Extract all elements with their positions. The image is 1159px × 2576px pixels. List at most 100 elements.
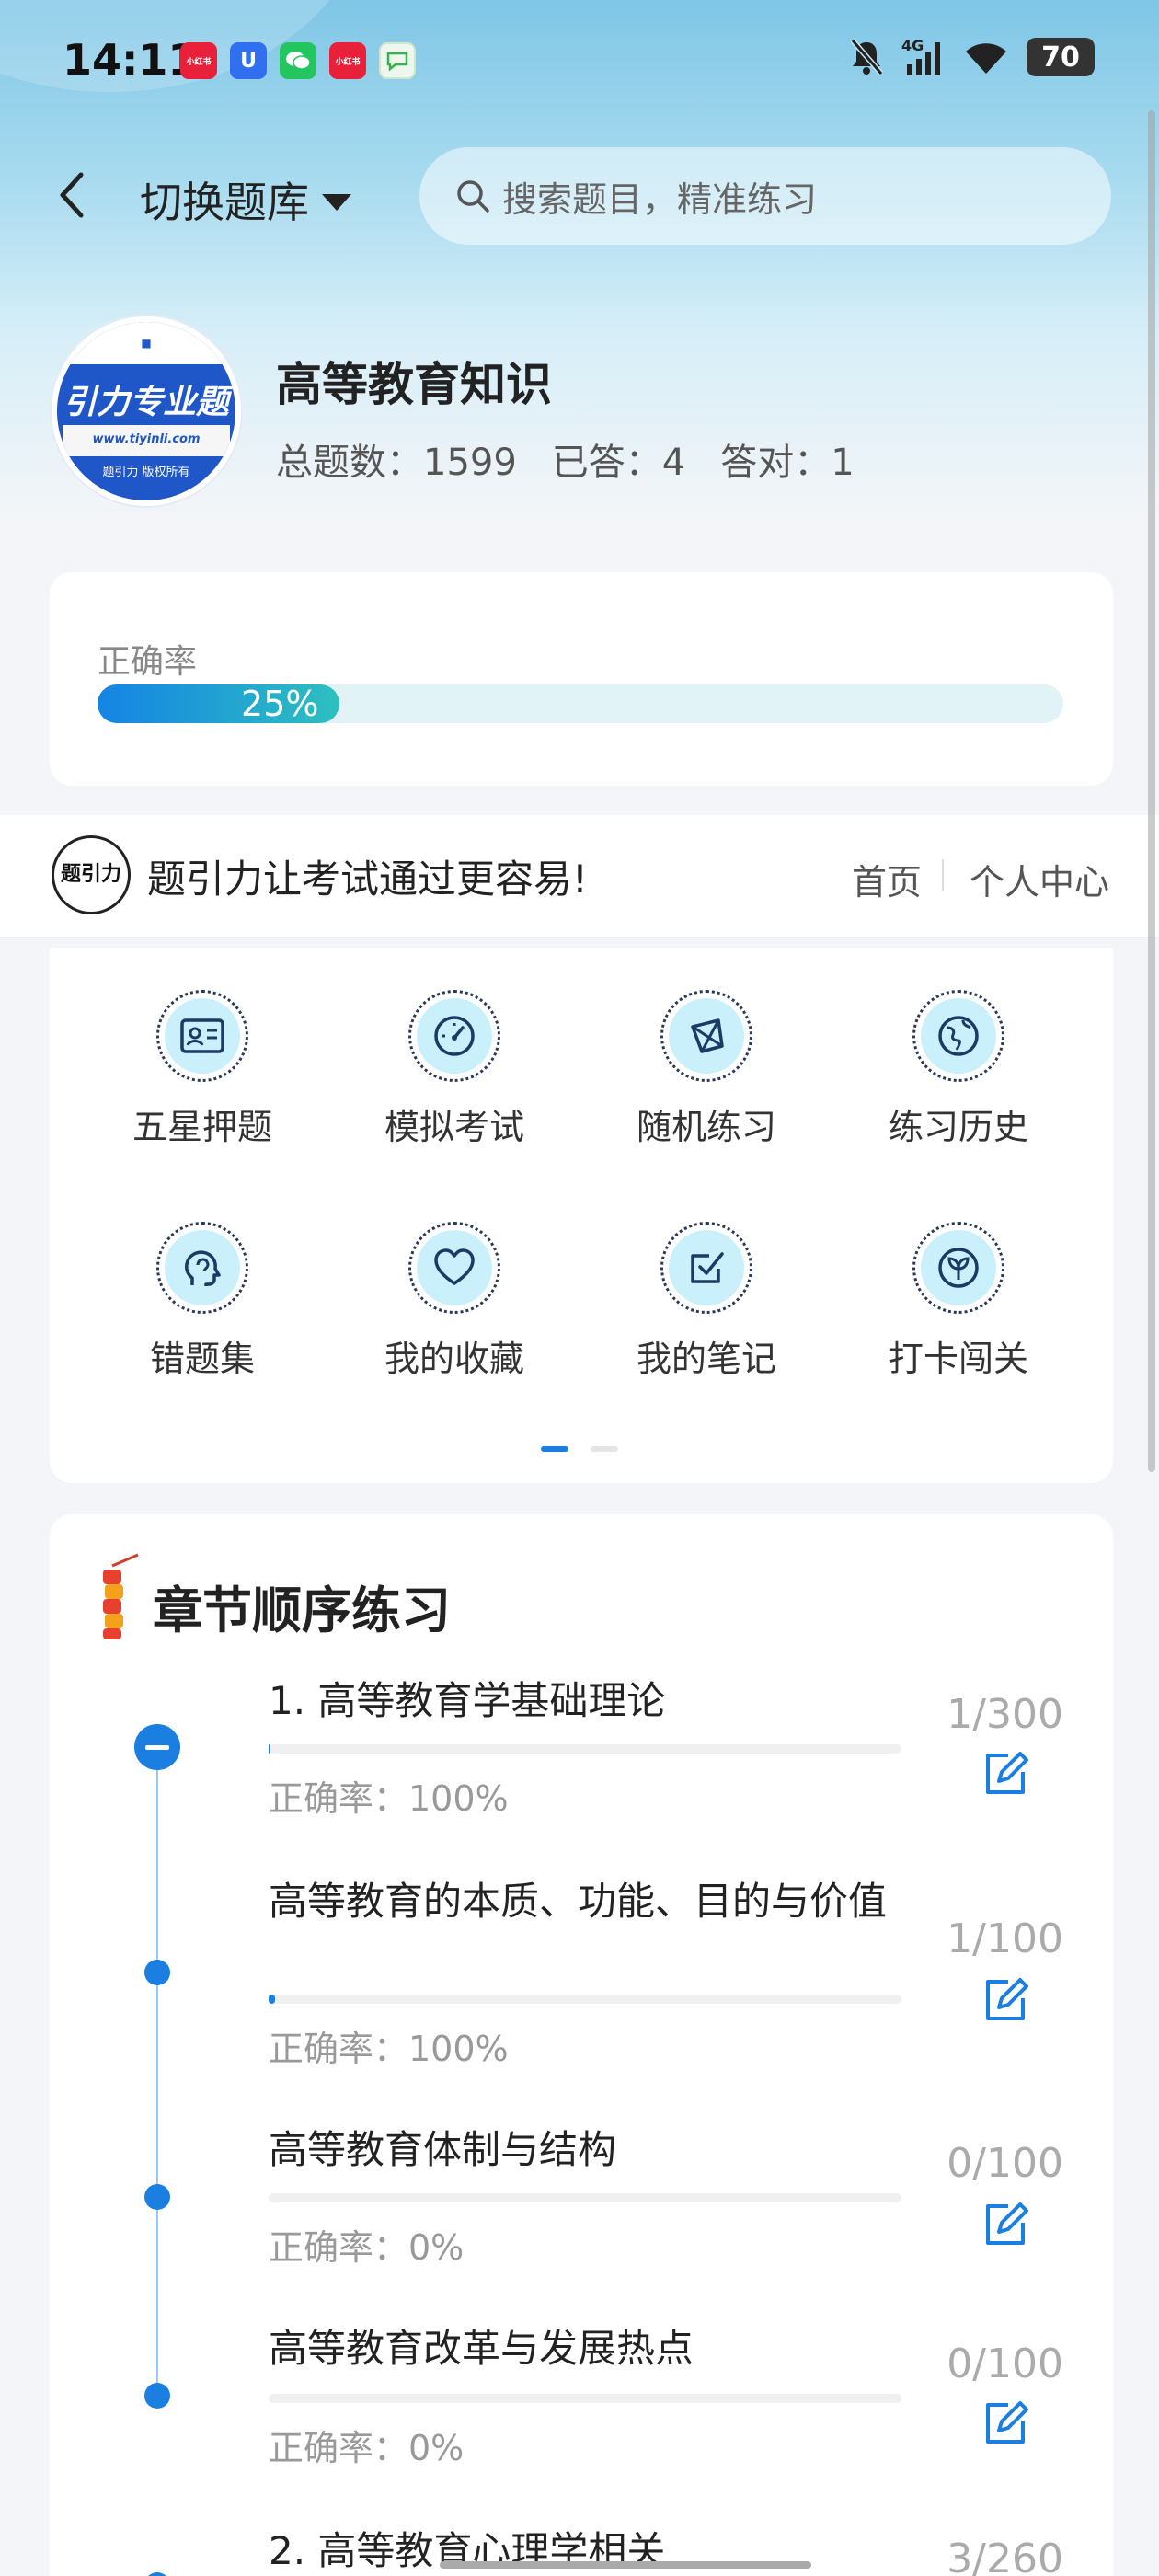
grid-label: 随机练习 (636, 1107, 776, 1147)
chapter-accuracy: 正确率：0% (269, 2227, 465, 2268)
random-practice-button[interactable]: 随机练习 (605, 990, 808, 1149)
home-link[interactable]: 首页 (852, 854, 922, 904)
head-icon (185, 1250, 221, 1286)
status-right: 4G 70 (848, 37, 1095, 77)
mock-exam-button[interactable]: 模拟考试 (353, 990, 556, 1149)
pager-dot[interactable] (591, 1446, 618, 1452)
edit-icon[interactable] (981, 2398, 1030, 2447)
bank-logo: ■ 引力专业题 www.tiyinli.com 题引力 版权所有 (52, 316, 241, 506)
chapter-progress-fill (269, 1744, 271, 1754)
heart-icon (434, 1248, 475, 1285)
signal-icon: 4G (901, 37, 946, 77)
profile-link[interactable]: 个人中心 (970, 854, 1109, 904)
accuracy-card (50, 572, 1113, 786)
chapter-progress-track (269, 1744, 901, 1754)
status-bar: 14:11 小红书 U 小红书 4G 70 (0, 0, 1159, 129)
wechat-icon (280, 42, 316, 79)
edit-icon[interactable] (981, 1974, 1030, 2024)
logo-top-mark: ■ (57, 322, 235, 364)
xiaohongshu-icon-2: 小红书 (329, 42, 366, 79)
chapter-progress-track (269, 1995, 901, 2004)
chapter-accuracy: 正确率：100% (269, 1778, 509, 1819)
edit-icon[interactable] (981, 2199, 1030, 2248)
chapter-name[interactable]: 1. 高等教育学基础理论 (269, 1676, 903, 1726)
chapter-practice-card (50, 1514, 1113, 2576)
grid-label: 我的收藏 (384, 1339, 524, 1379)
chapter-name[interactable]: 高等教育体制与结构 (269, 2125, 903, 2175)
wrong-questions-button[interactable]: 错题集 (101, 1222, 304, 1381)
accuracy-progress-track: 25% (98, 684, 1063, 724)
chapter-count: 1/100 (947, 1915, 1063, 1962)
mute-bell-icon (850, 39, 884, 75)
chapter-count: 3/260 (947, 2536, 1063, 2576)
accuracy-label: 正确率 (98, 643, 198, 681)
chapter-section-title: 章节顺序练习 (153, 1581, 451, 1639)
globe-icon (938, 1016, 979, 1056)
grid-label: 五星押题 (132, 1107, 272, 1147)
practice-history-button[interactable]: 练习历史 (857, 990, 1060, 1149)
grid-pager (541, 1446, 618, 1452)
id-card-icon (180, 1018, 224, 1053)
grid-label: 我的笔记 (636, 1339, 776, 1379)
back-arrow-icon[interactable] (53, 167, 90, 223)
uc-icon: U (230, 42, 267, 79)
chapter-name[interactable]: 高等教育的本质、功能、目的与价值 (269, 1877, 903, 1926)
message-icon (379, 42, 416, 79)
search-input[interactable]: 搜索题目，精准练习 (419, 147, 1111, 245)
caret-down-icon (322, 194, 351, 211)
chapter-accuracy: 正确率：0% (269, 2428, 465, 2468)
logo-main-text: 引力专业题 (63, 384, 229, 421)
notes-button[interactable]: 我的笔记 (605, 1222, 808, 1381)
banner-logo[interactable]: 题引力 (52, 835, 131, 914)
grid-label: 错题集 (149, 1339, 255, 1379)
check-in-button[interactable]: 打卡闯关 (857, 1222, 1060, 1381)
wifi-icon (966, 43, 1006, 74)
firecracker-icon (103, 1553, 139, 1639)
total-questions: 总题数：1599 (276, 442, 517, 484)
speedometer-icon (434, 1016, 475, 1056)
chapter-progress-track (269, 2394, 901, 2403)
accuracy-value: 25% (241, 684, 319, 724)
grid-label: 打卡闯关 (888, 1339, 1028, 1379)
chapter-count: 0/100 (947, 2140, 1063, 2187)
logo-copyright: 题引力 版权所有 (102, 466, 190, 479)
accuracy-progress-fill: 25% (98, 684, 339, 724)
timeline-line (156, 1746, 158, 2390)
banner-slogan: 题引力让考试通过更容易! (147, 857, 588, 902)
battery-indicator: 70 (1027, 38, 1095, 76)
answered-count: 已答：4 (551, 442, 686, 484)
chapter-name[interactable]: 高等教育改革与发展热点 (269, 2324, 903, 2374)
five-star-button[interactable]: 五星押题 (101, 990, 304, 1149)
timeline-dot (144, 2383, 170, 2409)
status-time: 14:11 (63, 35, 198, 85)
grid-label: 模拟考试 (384, 1107, 524, 1147)
banner-divider (942, 859, 944, 891)
search-icon (457, 180, 489, 213)
checkbox-icon (691, 1252, 724, 1283)
xiaohongshu-icon: 小红书 (180, 42, 217, 79)
scrollbar[interactable] (1148, 110, 1155, 1472)
favorites-button[interactable]: 我的收藏 (353, 1222, 556, 1381)
bank-title: 高等教育知识 (276, 358, 552, 411)
bank-stats: 总题数：1599 已答：4 答对：1 (276, 432, 855, 486)
network-icon (691, 1018, 724, 1053)
leaf-icon (938, 1248, 979, 1288)
search-placeholder: 搜索题目，精准练习 (502, 178, 818, 220)
grid-label: 练习历史 (888, 1107, 1028, 1147)
home-indicator[interactable] (440, 2561, 811, 2569)
chapter-accuracy: 正确率：100% (269, 2029, 509, 2069)
edit-icon[interactable] (981, 1748, 1030, 1798)
timeline-dot (144, 1960, 170, 1985)
chapter-progress-track (269, 2193, 901, 2202)
correct-count: 答对：1 (720, 442, 855, 484)
logo-url: www.tiyinli.com (63, 425, 230, 456)
notification-app-icons: 小红书 U 小红书 (180, 42, 416, 79)
chapter-count: 1/300 (947, 1691, 1063, 1738)
chapter-progress-fill (269, 1995, 275, 2004)
site-banner: 题引力 题引力让考试通过更容易! 首页 个人中心 (0, 815, 1159, 938)
chapter-count: 0/100 (947, 2340, 1063, 2387)
switch-bank-label: 切换题库 (140, 178, 309, 227)
pager-dot-active[interactable] (541, 1446, 568, 1452)
collapse-chapter-button[interactable] (134, 1724, 180, 1770)
switch-bank-button[interactable]: 切换题库 (140, 169, 351, 230)
